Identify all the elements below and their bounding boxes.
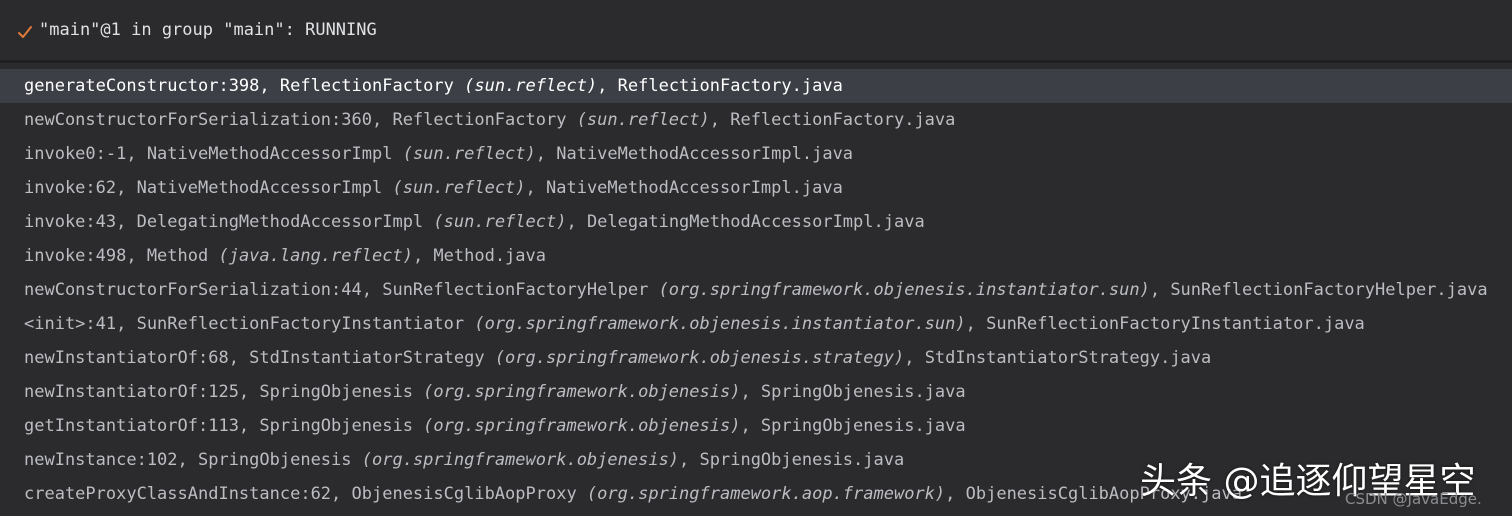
stack-frame[interactable]: invoke:43, DelegatingMethodAccessorImpl …	[0, 205, 1512, 239]
frame-method: invoke:498, Method	[24, 246, 219, 266]
frame-package: (sun.reflect)	[402, 144, 536, 164]
frame-file: , SpringObjenesis.java	[740, 416, 966, 436]
frame-method: generateConstructor:398, ReflectionFacto…	[24, 76, 465, 96]
frame-package: (org.springframework.objenesis)	[423, 382, 741, 402]
frame-file: , ReflectionFactory.java	[597, 76, 843, 96]
frame-package: (org.springframework.aop.framework)	[586, 484, 946, 504]
divider	[0, 60, 1512, 63]
stack-frame-selected[interactable]: generateConstructor:398, ReflectionFacto…	[0, 69, 1512, 103]
stack-frame-list: generateConstructor:398, ReflectionFacto…	[0, 69, 1512, 511]
frame-package: (sun.reflect)	[392, 178, 526, 198]
watermark-subtext: CSDN @JavaEdge.	[1345, 490, 1482, 508]
stack-frame[interactable]: newInstantiatorOf:125, SpringObjenesis (…	[0, 375, 1512, 409]
frame-package: (java.lang.reflect)	[218, 246, 413, 266]
frame-file: , SpringObjenesis.java	[679, 450, 905, 470]
stack-frame[interactable]: invoke0:-1, NativeMethodAccessorImpl (su…	[0, 137, 1512, 171]
frame-file: , NativeMethodAccessorImpl.java	[535, 144, 854, 164]
frame-file: , StdInstantiatorStrategy.java	[904, 348, 1212, 368]
frame-file: , SunReflectionFactoryHelper.java	[1149, 280, 1488, 300]
frame-package: (sun.reflect)	[464, 76, 598, 96]
thread-label: "main"@1 in group "main": RUNNING	[39, 20, 377, 40]
frame-package: (sun.reflect)	[433, 212, 567, 232]
frame-file: , ReflectionFactory.java	[709, 110, 956, 130]
frame-package: (org.springframework.objenesis.instantia…	[658, 280, 1150, 300]
stack-frame[interactable]: invoke:62, NativeMethodAccessorImpl (sun…	[0, 171, 1512, 205]
frame-method: newInstantiatorOf:68, StdInstantiatorStr…	[24, 348, 495, 368]
frame-file: , SunReflectionFactoryInstantiator.java	[965, 314, 1365, 334]
frame-package: (org.springframework.objenesis.strategy)	[494, 348, 905, 368]
frame-method: invoke:43, DelegatingMethodAccessorImpl	[24, 212, 434, 232]
stack-frame[interactable]: newInstantiatorOf:68, StdInstantiatorStr…	[0, 341, 1512, 375]
frame-method: newInstantiatorOf:125, SpringObjenesis	[24, 382, 424, 402]
frame-method: <init>:41, SunReflectionFactoryInstantia…	[24, 314, 475, 334]
thread-header[interactable]: "main"@1 in group "main": RUNNING	[0, 0, 1512, 60]
frame-method: invoke0:-1, NativeMethodAccessorImpl	[24, 144, 403, 164]
check-icon	[18, 26, 32, 38]
stack-frame[interactable]: <init>:41, SunReflectionFactoryInstantia…	[0, 307, 1512, 341]
frame-method: getInstantiatorOf:113, SpringObjenesis	[24, 416, 424, 436]
frame-package: (org.springframework.objenesis)	[361, 450, 680, 470]
stack-frame[interactable]: newConstructorForSerialization:360, Refl…	[0, 103, 1512, 137]
frame-package: (sun.reflect)	[576, 110, 710, 130]
frame-file: , Method.java	[412, 246, 546, 266]
stack-frame[interactable]: invoke:498, Method (java.lang.reflect), …	[0, 239, 1512, 273]
frame-package: (org.springframework.objenesis.instantia…	[474, 314, 966, 334]
frame-file: , NativeMethodAccessorImpl.java	[525, 178, 843, 198]
stack-frame[interactable]: newConstructorForSerialization:44, SunRe…	[0, 273, 1512, 307]
stack-frame[interactable]: getInstantiatorOf:113, SpringObjenesis (…	[0, 409, 1512, 443]
frame-method: newConstructorForSerialization:360, Refl…	[24, 110, 577, 130]
frame-file: , DelegatingMethodAccessorImpl.java	[566, 212, 925, 232]
frame-method: createProxyClassAndInstance:62, Objenesi…	[24, 484, 587, 504]
frame-package: (org.springframework.objenesis)	[423, 416, 741, 436]
frame-file: , SpringObjenesis.java	[740, 382, 966, 402]
frame-method: invoke:62, NativeMethodAccessorImpl	[24, 178, 393, 198]
frame-method: newInstance:102, SpringObjenesis	[24, 450, 362, 470]
frame-method: newConstructorForSerialization:44, SunRe…	[24, 280, 659, 300]
